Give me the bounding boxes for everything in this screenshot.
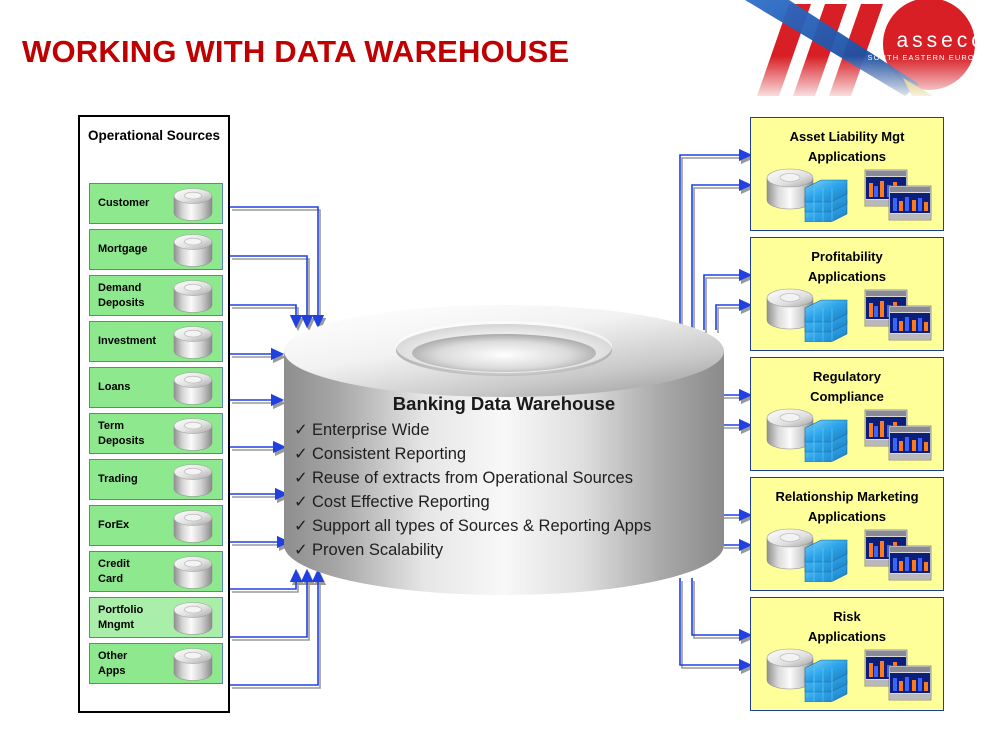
olap-cube-icon [804,659,848,703]
database-cylinder-icon [173,187,213,221]
report-window-icon [864,649,932,701]
database-cylinder-icon [173,555,213,589]
source-label: Mortgage [98,243,148,256]
database-cylinder-icon [171,279,215,313]
database-cylinder-icon [173,233,213,267]
application-box[interactable]: Asset Liability Mgt Applications [750,117,944,231]
source-label: Portfolio Mngmt [98,603,144,631]
source-label: Other Apps [98,649,128,677]
source-label: Term Deposits [98,419,145,447]
olap-cube-icon [804,299,848,343]
banking-data-warehouse-cylinder: Banking Data Warehouse ✓ Enterprise Wide ✓… [282,305,726,601]
application-icons-group [766,288,932,343]
operational-sources-panel: Operational Sources Customer Mortgage De… [78,115,230,713]
application-box[interactable]: Risk Applications [750,597,944,711]
source-row[interactable]: Other Apps [89,643,223,684]
database-cylinder-icon [171,325,215,359]
page-title: WORKING WITH DATA WAREHOUSE [22,34,570,69]
source-row[interactable]: Customer [89,183,223,224]
application-icons [761,164,937,223]
application-icons [761,644,937,703]
asseco-logo: asseco SOUTH EASTERN EUROPE [737,0,999,96]
source-row[interactable]: Loans [89,367,223,408]
database-cylinder-icon [173,325,213,359]
database-cylinder-icon [171,555,215,589]
database-cylinder-icon [173,417,213,451]
application-icons-group [766,648,932,703]
database-cylinder-icon [173,601,213,635]
database-cylinder-icon [173,509,213,543]
source-row[interactable]: Investment [89,321,223,362]
report-window-icon [864,409,932,461]
database-cylinder-icon [173,463,213,497]
database-cylinder-icon [171,187,215,221]
operational-sources-list: Customer Mortgage Demand Deposits Invest… [89,183,223,689]
application-icons [761,284,937,343]
database-cylinder-icon [171,601,215,635]
olap-cube-icon [804,179,848,223]
application-box-title: Relationship Marketing Applications [775,489,919,524]
source-label: ForEx [98,519,130,532]
database-cylinder-icon [171,371,215,405]
application-box-title: Risk Applications [807,609,886,644]
source-row[interactable]: Term Deposits [89,413,223,454]
source-label: Trading [98,473,138,486]
application-box-title: Regulatory Compliance [810,369,884,404]
application-box[interactable]: Regulatory Compliance [750,357,944,471]
database-cylinder-icon [171,647,215,681]
database-cylinder-icon [171,509,215,543]
application-box[interactable]: Relationship Marketing Applications [750,477,944,591]
database-cylinder-icon [173,279,213,313]
database-cylinder-icon [173,647,213,681]
application-box[interactable]: Profitability Applications [750,237,944,351]
report-window-icon [864,529,932,581]
logo-mark-icon [737,0,999,96]
application-icons [761,524,937,583]
report-window-icon [864,289,932,341]
application-box-title: Asset Liability Mgt Applications [789,129,905,164]
database-cylinder-icon [171,463,215,497]
operational-sources-title: Operational Sources [87,128,221,143]
warehouse-shape-icon [284,305,724,595]
report-window-icon [864,169,932,221]
application-icons [761,404,937,463]
application-box-title: Profitability Applications [807,249,886,284]
database-cylinder-icon [171,417,215,451]
source-row[interactable]: Demand Deposits [89,275,223,316]
source-row[interactable]: Mortgage [89,229,223,270]
source-label: Loans [98,381,131,394]
application-icons-group [766,528,932,583]
source-label: Customer [98,197,150,210]
source-label: Demand Deposits [98,281,145,309]
olap-cube-icon [804,419,848,463]
source-label: Credit Card [98,557,130,585]
database-cylinder-icon [171,233,215,267]
source-row[interactable]: Portfolio Mngmt [89,597,223,638]
source-label: Investment [98,335,157,348]
application-icons-group [766,408,932,463]
source-row[interactable]: Credit Card [89,551,223,592]
olap-cube-icon [804,539,848,583]
source-row[interactable]: ForEx [89,505,223,546]
database-cylinder-icon [173,371,213,405]
source-row[interactable]: Trading [89,459,223,500]
application-icons-group [766,168,932,223]
